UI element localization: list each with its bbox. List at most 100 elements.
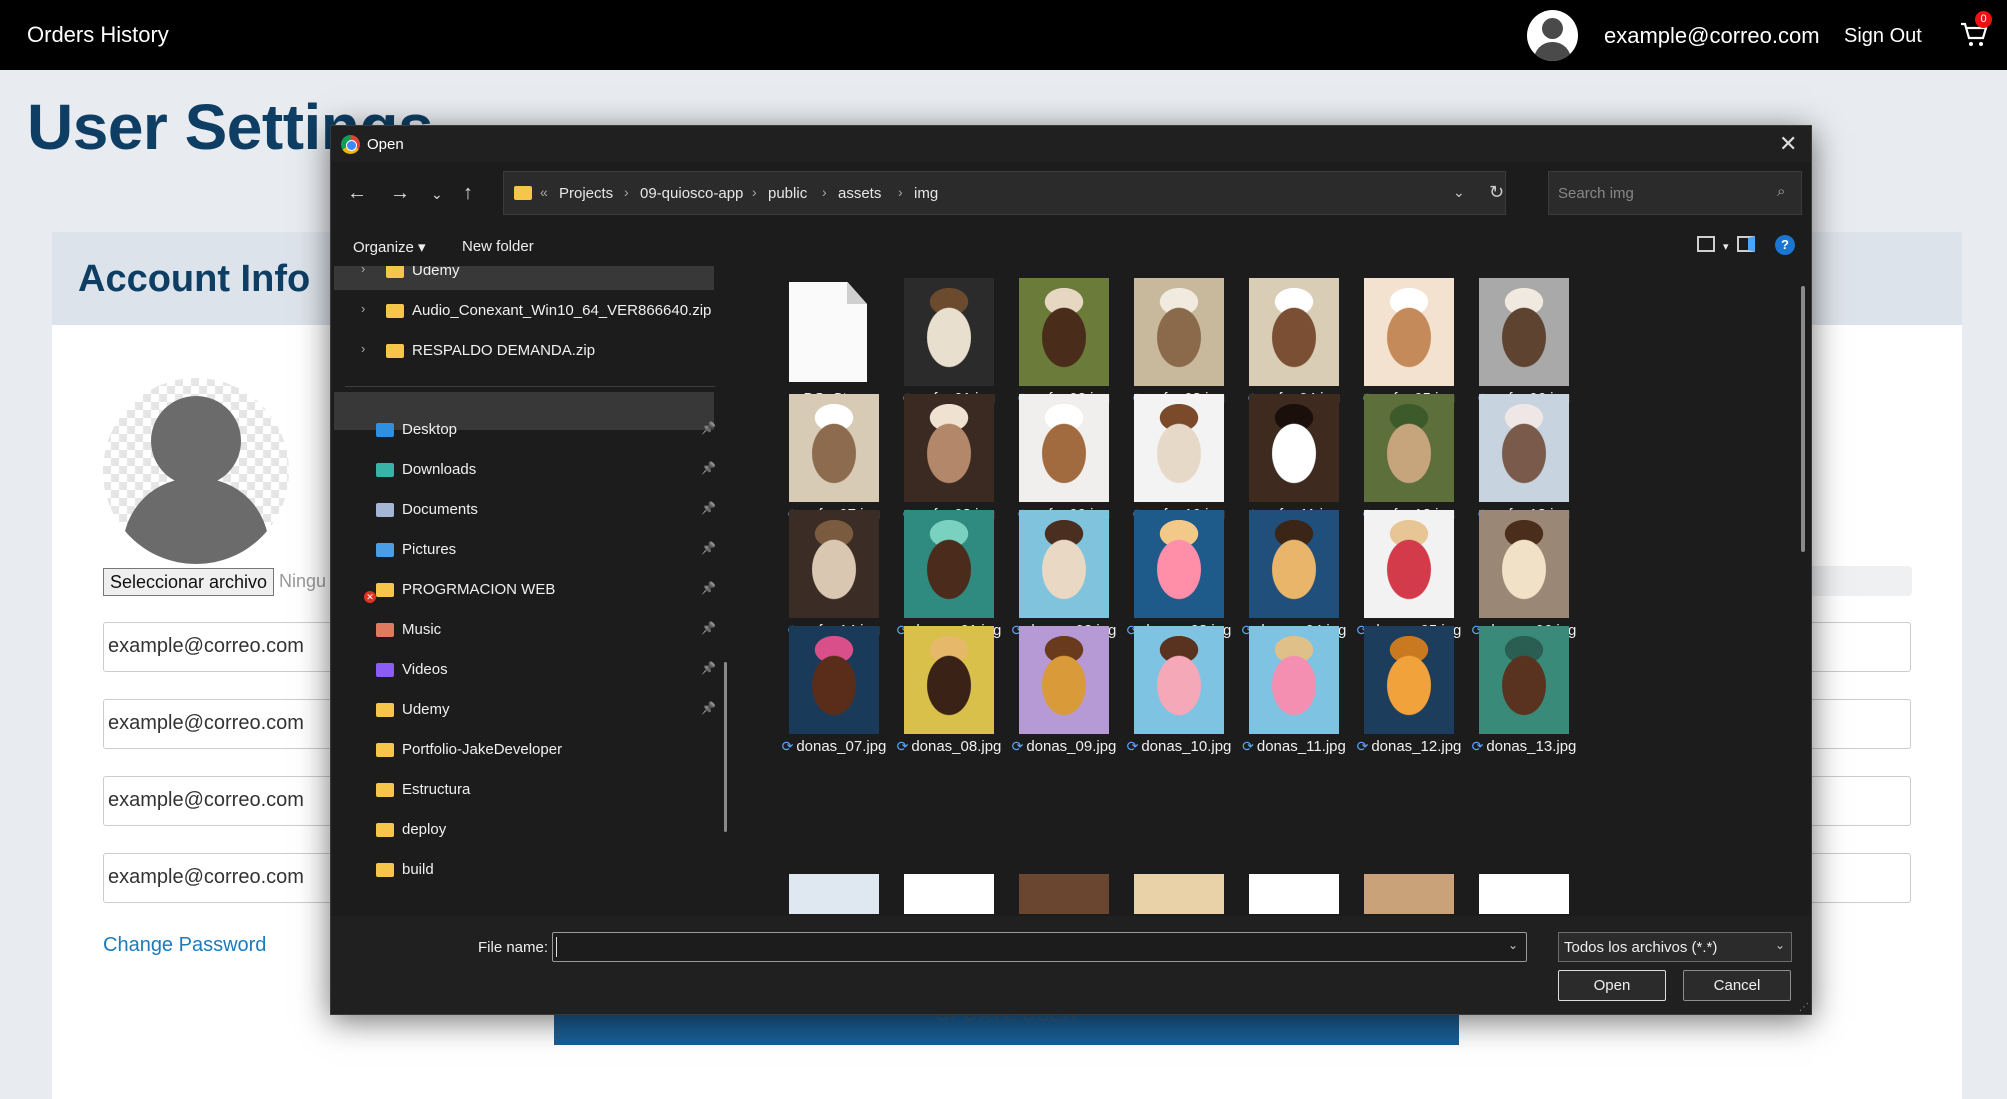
quick-access-list: Desktop 📌 Downloads 📌 Documents 📌 Pictures 📌 ✕ PR…: [331, 266, 729, 956]
search-placeholder: Search img: [1558, 185, 1634, 202]
organize-menu[interactable]: Organize ▾: [353, 238, 426, 256]
back-arrow-icon[interactable]: ←: [347, 182, 367, 205]
recent-locations-chevron-icon[interactable]: ⌄: [431, 186, 443, 203]
image-thumbnail[interactable]: [1134, 874, 1224, 914]
file-item[interactable]: ⟳ donas_13.jpg: [1440, 626, 1588, 772]
address-history-chevron-icon[interactable]: ⌄: [1453, 184, 1465, 201]
breadcrumb-item[interactable]: public: [768, 185, 807, 202]
sidebar-item-label: Music: [402, 621, 442, 638]
help-icon[interactable]: ?: [1775, 235, 1795, 255]
user-email: example@correo.com: [1604, 23, 1820, 48]
file-status-text: Ningu: [279, 571, 327, 591]
folder-icon: [376, 863, 394, 877]
files-scrollbar[interactable]: [1801, 286, 1805, 552]
download-icon: [376, 463, 394, 477]
chrome-icon: [341, 135, 360, 154]
sidebar-item-quick-access[interactable]: Pictures 📌: [334, 531, 716, 569]
folder-error-icon: [376, 583, 394, 597]
choose-file-button[interactable]: Seleccionar archivo: [103, 568, 274, 596]
sidebar-item-quick-access[interactable]: ✕ PROGRMACION WEB 📌: [334, 571, 716, 609]
view-mode-icon[interactable]: [1697, 236, 1715, 252]
sidebar-item-label: Videos: [402, 661, 448, 678]
file-type-value: Todos los archivos (*.*): [1564, 939, 1718, 956]
overflow-chevron-icon[interactable]: «: [540, 184, 548, 200]
sync-status-icon: ⟳: [1242, 738, 1254, 754]
pin-icon: 📌: [701, 541, 716, 555]
search-icon: ⌕: [1777, 183, 1786, 200]
orders-history-link[interactable]: Orders History: [27, 22, 169, 48]
sidebar-item-quick-access[interactable]: build: [334, 851, 714, 889]
pin-icon: 📌: [701, 501, 716, 515]
folder-icon: [376, 743, 394, 757]
sidebar-item-quick-access[interactable]: Desktop 📌: [334, 411, 716, 449]
address-bar[interactable]: « Projects › 09-quiosco-app › public › a…: [503, 171, 1506, 215]
pin-icon: 📌: [701, 701, 716, 715]
sync-status-icon: ⟳: [1471, 738, 1484, 754]
music-icon: [376, 623, 394, 637]
sidebar-item-quick-access[interactable]: deploy: [334, 811, 714, 849]
file-name-dropdown-icon[interactable]: ⌄: [1508, 938, 1518, 952]
folder-icon: [376, 703, 394, 717]
forward-arrow-icon[interactable]: →: [390, 182, 410, 205]
breadcrumb-separator-icon: ›: [752, 184, 757, 200]
file-grid: .DS_Store⟳cafe_01.jpg⟳cafe_02.jpg⟳cafe_0…: [739, 266, 1789, 956]
image-thumbnail[interactable]: [1364, 874, 1454, 914]
sidebar-item-quick-access[interactable]: Music 📌: [334, 611, 716, 649]
sidebar-item-quick-access[interactable]: Portfolio-JakeDeveloper: [334, 731, 714, 769]
pin-icon: 📌: [701, 621, 716, 635]
sidebar-scrollbar[interactable]: [724, 662, 727, 832]
up-arrow-icon[interactable]: ↑: [463, 182, 473, 205]
preview-pane-icon[interactable]: [1737, 236, 1755, 252]
sidebar-item-label: Desktop: [402, 421, 458, 438]
file-name: donas_13.jpg: [1486, 738, 1577, 755]
sidebar-item-quick-access[interactable]: Estructura: [334, 771, 714, 809]
breadcrumb-separator-icon: ›: [624, 184, 629, 200]
image-thumbnail[interactable]: [1479, 874, 1569, 914]
image-thumbnail[interactable]: [789, 874, 879, 914]
image-thumbnail: [1479, 510, 1569, 618]
breadcrumb-item[interactable]: img: [914, 185, 938, 202]
file-name-label: File name:: [478, 939, 549, 956]
image-thumbnail[interactable]: [1019, 874, 1109, 914]
dialog-titlebar: Open ✕: [331, 126, 1811, 162]
view-options-chevron-icon[interactable]: ▾: [1723, 240, 1729, 253]
account-info-title: Account Info: [78, 258, 311, 300]
resize-grip-icon[interactable]: ⋰: [1799, 1002, 1809, 1013]
sidebar-item-quick-access[interactable]: Downloads 📌: [334, 451, 716, 489]
image-thumbnail[interactable]: [1249, 874, 1339, 914]
sidebar-item-quick-access[interactable]: Videos 📌: [334, 651, 716, 689]
breadcrumb-item[interactable]: assets: [838, 185, 881, 202]
sidebar-item-quick-access[interactable]: Udemy 📌: [334, 691, 716, 729]
user-avatar[interactable]: [1527, 10, 1578, 61]
sidebar-item-label: Documents: [402, 501, 478, 518]
search-box[interactable]: Search img ⌕: [1548, 171, 1802, 215]
file-type-select[interactable]: Todos los archivos (*.*) ⌄: [1558, 932, 1792, 962]
image-thumbnail[interactable]: [904, 874, 994, 914]
cancel-button[interactable]: Cancel: [1683, 970, 1791, 1001]
sidebar-item-label: Estructura: [402, 781, 471, 798]
new-folder-button[interactable]: New folder: [462, 238, 534, 255]
sidebar-item-label: PROGRMACION WEB: [402, 581, 556, 598]
change-password-link[interactable]: Change Password: [103, 934, 266, 957]
pin-icon: 📌: [701, 661, 716, 675]
pin-icon: 📌: [701, 421, 716, 435]
folder-icon: [376, 783, 394, 797]
breadcrumb-separator-icon: ›: [822, 184, 827, 200]
dialog-footer: File name: ⌄ Todos los archivos (*.*) ⌄ …: [331, 916, 1811, 1014]
documents-icon: [376, 503, 394, 517]
sidebar-item-quick-access[interactable]: Documents 📌: [334, 491, 716, 529]
refresh-icon[interactable]: ↻: [1489, 182, 1504, 203]
open-button[interactable]: Open: [1558, 970, 1666, 1001]
sidebar-item-label: Downloads: [402, 461, 477, 478]
folder-icon: [514, 186, 532, 200]
file-name-input[interactable]: ⌄: [552, 932, 1527, 962]
pin-icon: 📌: [701, 461, 716, 475]
breadcrumb-item[interactable]: Projects: [559, 185, 613, 202]
sync-status-icon: ⟳: [1356, 738, 1369, 754]
sign-out-button[interactable]: Sign Out: [1844, 25, 1922, 48]
image-thumbnail: [1479, 394, 1569, 502]
image-thumbnail: [1479, 626, 1569, 734]
close-icon[interactable]: ✕: [1779, 131, 1797, 157]
image-thumbnail: [1479, 278, 1569, 386]
breadcrumb-item[interactable]: 09-quiosco-app: [640, 185, 743, 202]
